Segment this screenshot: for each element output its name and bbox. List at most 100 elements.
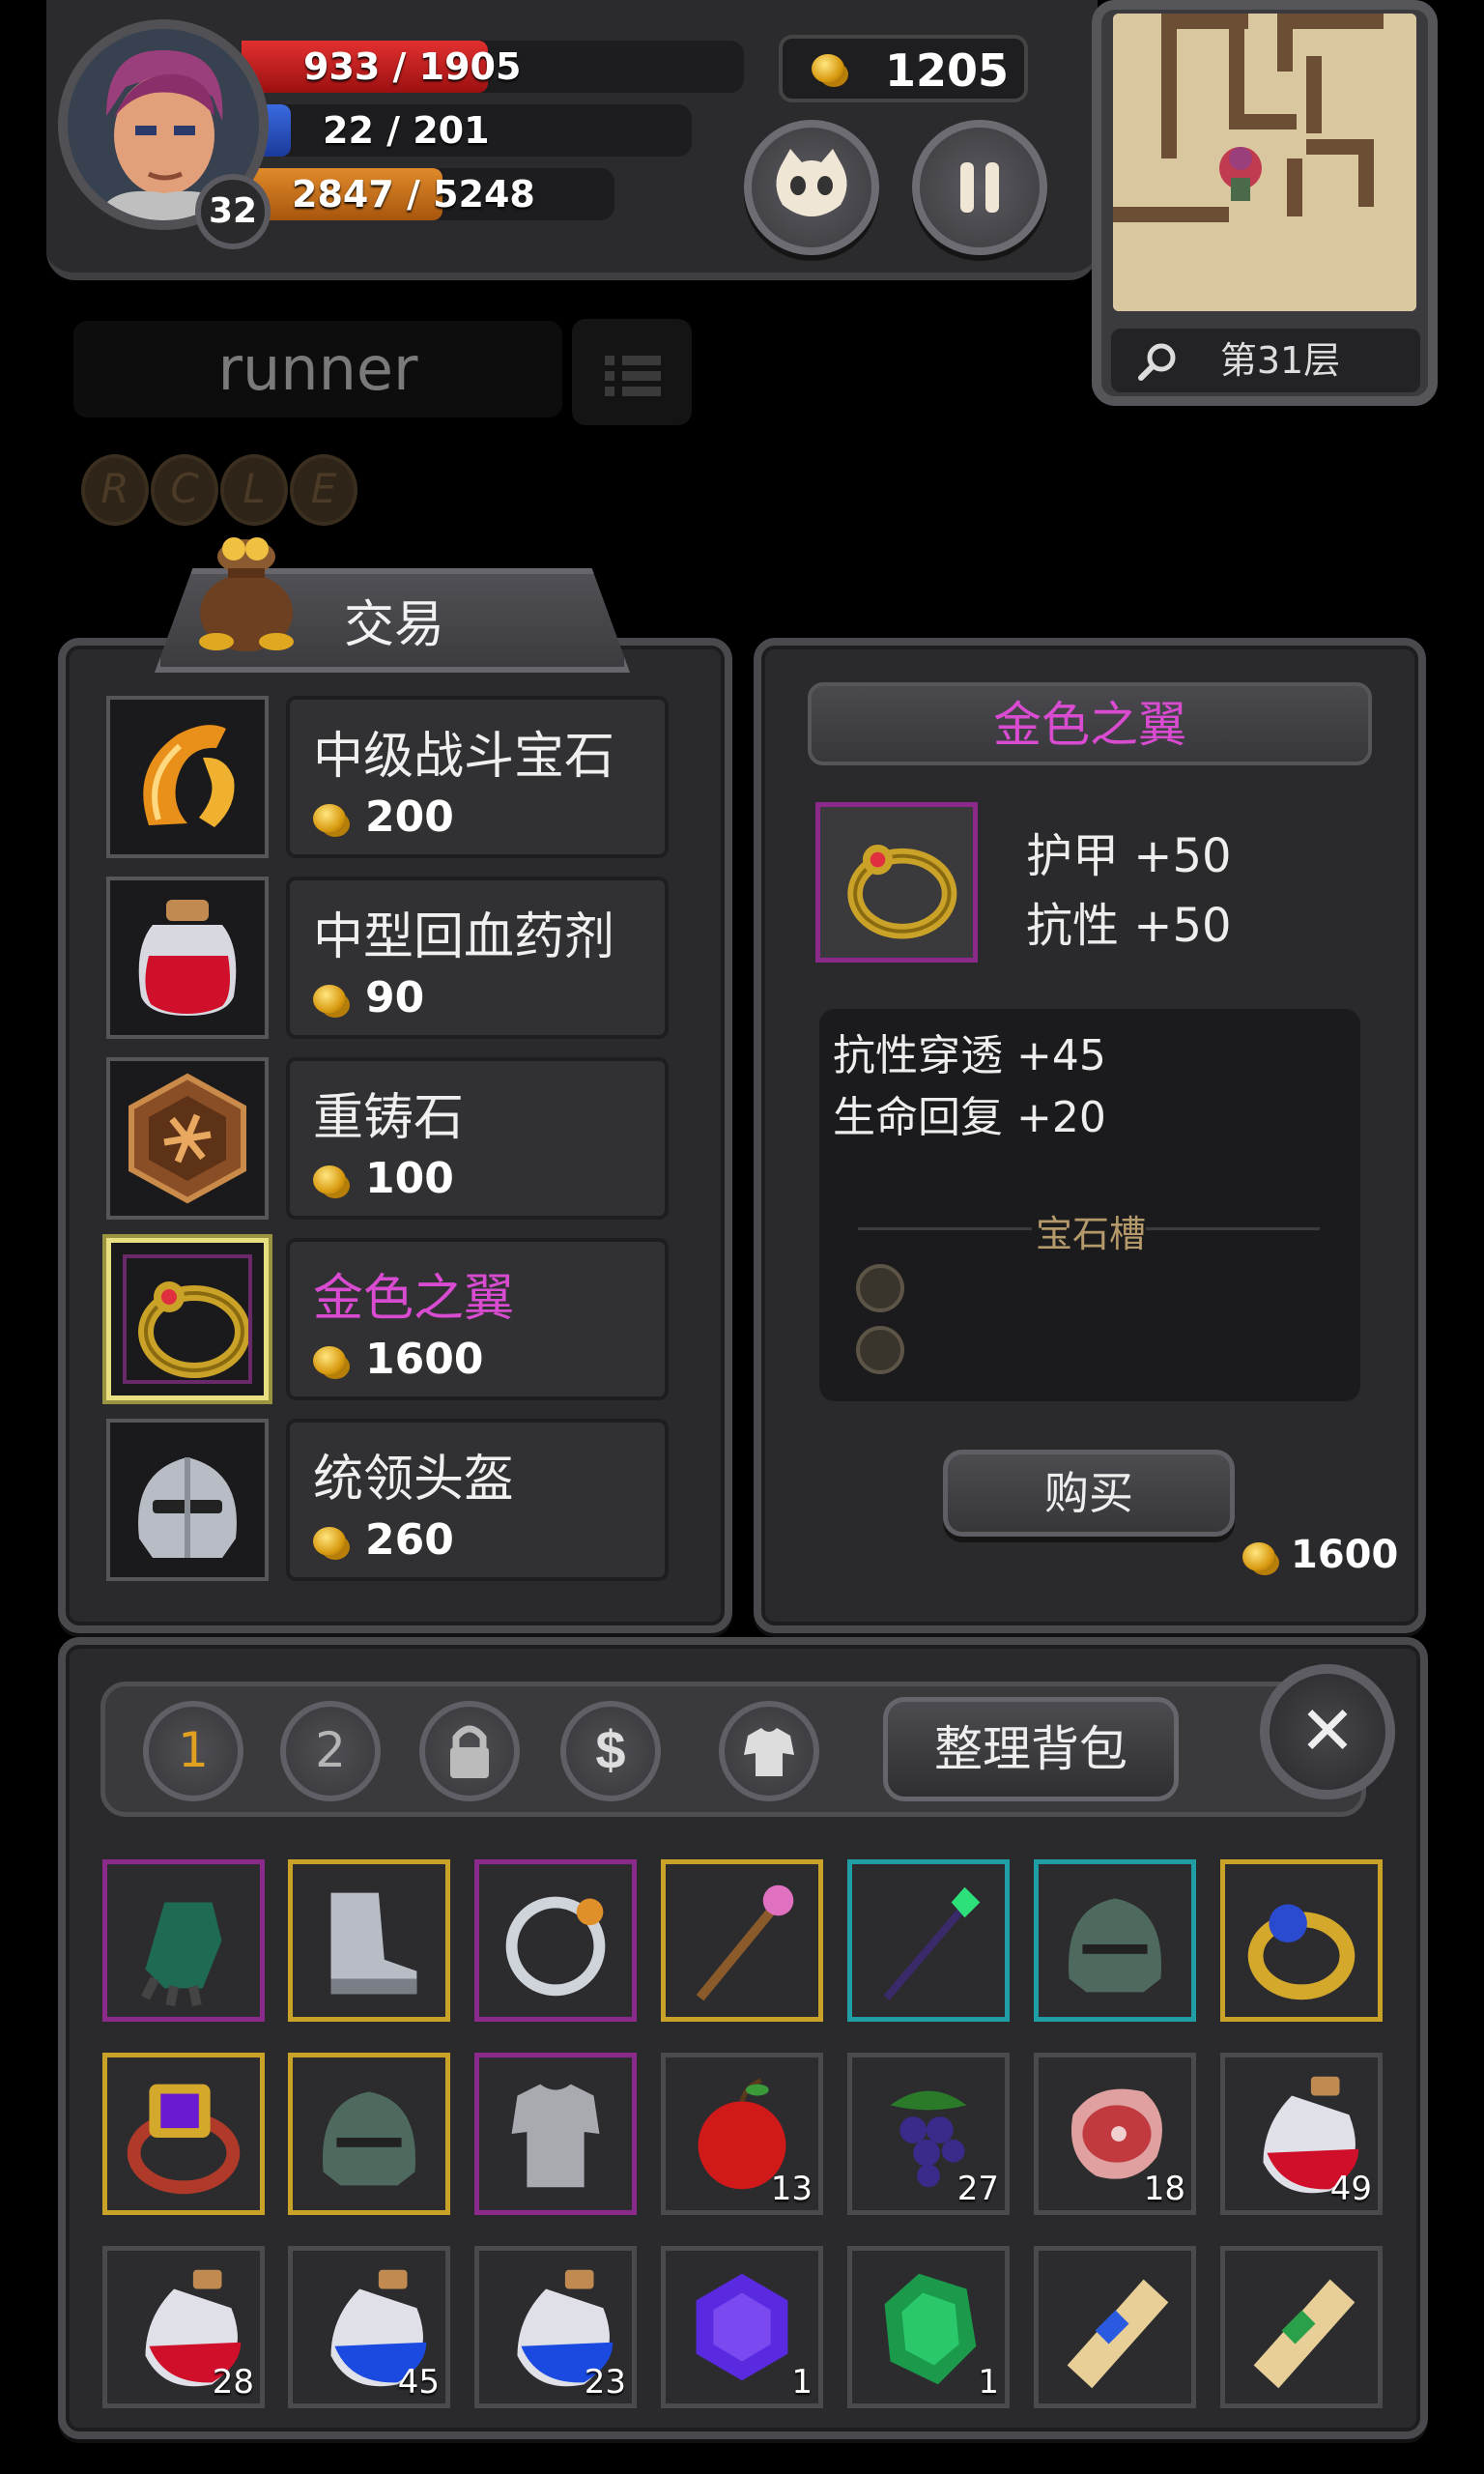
inventory-slot[interactable] — [102, 1859, 265, 2022]
silver-ring-icon — [505, 1896, 606, 1997]
inventory-slot[interactable] — [1034, 2246, 1196, 2408]
floor-label: 第31层 — [1219, 339, 1341, 382]
inventory-slot[interactable]: 23 — [474, 2246, 637, 2408]
coin-icon — [313, 985, 346, 1014]
search-input[interactable]: runner — [73, 321, 562, 417]
helmet-icon — [1069, 1898, 1161, 1993]
shop-item-slot[interactable] — [106, 877, 269, 1039]
list-icon — [605, 356, 661, 396]
pause-button[interactable] — [912, 120, 1047, 255]
shop-item-selected[interactable]: 金色之翼 1600 — [106, 1238, 725, 1400]
shop-item[interactable]: 中级战斗宝石 200 — [106, 696, 725, 858]
gold-counter: 1205 — [779, 35, 1028, 102]
lock-button[interactable] — [419, 1701, 520, 1801]
shop-item-slot[interactable] — [106, 1419, 269, 1581]
inventory-slot[interactable]: 49 — [1220, 2053, 1383, 2215]
main-stat-armor: 护甲 +50 — [1026, 829, 1232, 883]
bag-tab-1[interactable]: 1 — [143, 1701, 243, 1801]
inventory-slot[interactable] — [1220, 1859, 1383, 2022]
shop-item[interactable]: 重铸石 100 — [106, 1057, 725, 1220]
inventory-slot[interactable] — [661, 1859, 823, 2022]
inventory-slot[interactable] — [102, 2053, 265, 2215]
shop-item-price: 200 — [313, 792, 454, 842]
shop-item-info[interactable]: 统领头盔 260 — [286, 1419, 669, 1581]
shop-item-info[interactable]: 中型回血药剂 90 — [286, 877, 669, 1039]
reforge-stone-icon — [128, 1073, 246, 1204]
shop-item-slot[interactable] — [106, 696, 269, 858]
scroll-blue-icon — [1067, 2279, 1169, 2389]
amethyst-ring-icon — [127, 2084, 241, 2195]
shop-item-name: 中型回血药剂 — [313, 908, 615, 966]
item-quantity: 13 — [770, 2170, 813, 2208]
inventory-slot[interactable]: 1 — [661, 2246, 823, 2408]
divider — [858, 1227, 1032, 1230]
inventory-slot[interactable] — [288, 2053, 450, 2215]
trade-title: 交易 — [344, 596, 445, 654]
item-quantity: 1 — [978, 2363, 999, 2402]
buy-button[interactable]: 购买 — [943, 1450, 1235, 1537]
inventory-slot[interactable] — [1034, 1859, 1196, 2022]
boots-icon — [330, 1892, 417, 1995]
shop-item[interactable]: 中型回血药剂 90 — [106, 877, 725, 1039]
minimap-maze-icon — [1113, 14, 1416, 311]
inventory-slot[interactable]: 28 — [102, 2246, 265, 2408]
svg-text:$: $ — [595, 1719, 625, 1780]
inventory-slot[interactable]: 27 — [847, 2053, 1010, 2215]
shop-item[interactable]: 统领头盔 260 — [106, 1419, 725, 1581]
coin-icon — [812, 54, 844, 83]
close-icon: ✕ — [1298, 1691, 1356, 1770]
inventory-slot[interactable]: 13 — [661, 2053, 823, 2215]
gem-slot[interactable] — [856, 1326, 904, 1374]
gold-ring-icon — [847, 845, 957, 939]
item-quantity: 28 — [212, 2363, 254, 2402]
armor-icon — [744, 1728, 794, 1776]
inventory-slot[interactable]: 45 — [288, 2246, 450, 2408]
rune-row: RCLE — [81, 454, 359, 526]
shop-item-name: 金色之翼 — [313, 1270, 515, 1328]
shop-item-info[interactable]: 中级战斗宝石 200 — [286, 696, 669, 858]
inventory-slot[interactable] — [474, 1859, 637, 2022]
shop-item-name: 统领头盔 — [313, 1451, 515, 1509]
level-badge: 32 — [195, 174, 271, 249]
main-stat-resist: 抗性 +50 — [1026, 899, 1232, 953]
inventory-slot[interactable] — [1220, 2246, 1383, 2408]
item-quantity: 23 — [584, 2363, 626, 2402]
buy-price: 1600 — [1242, 1533, 1398, 1577]
bag-tab-2[interactable]: 2 — [280, 1701, 381, 1801]
inventory-slot[interactable] — [288, 1859, 450, 2022]
sort-bag-button[interactable]: 整理背包 — [883, 1697, 1179, 1801]
shop-item-info[interactable]: 重铸石 100 — [286, 1057, 669, 1220]
inventory-slot[interactable]: 18 — [1034, 2053, 1196, 2215]
coin-icon — [313, 1527, 346, 1556]
gem-slot[interactable] — [856, 1264, 904, 1312]
inventory-slot[interactable] — [474, 2053, 637, 2215]
chest-armor-icon — [511, 2084, 600, 2188]
mp-text: 22 / 201 — [323, 109, 490, 152]
coin-icon — [313, 804, 346, 833]
shop-item-info[interactable]: 金色之翼 1600 — [286, 1238, 669, 1400]
shop-item-slot[interactable] — [106, 1238, 269, 1400]
rune-l: L — [220, 454, 288, 526]
inventory-slot[interactable] — [847, 1859, 1010, 2022]
hp-text: 933 / 1905 — [303, 45, 522, 88]
staff-icon — [696, 1884, 794, 2001]
close-button[interactable]: ✕ — [1260, 1664, 1395, 1799]
divider — [1146, 1227, 1320, 1230]
item-quantity: 18 — [1143, 2170, 1185, 2208]
gold-amount: 1205 — [885, 44, 1010, 97]
item-detail-title: 金色之翼 — [808, 682, 1372, 765]
sell-button[interactable]: $ — [560, 1701, 661, 1801]
floor-indicator[interactable]: 第31层 — [1111, 329, 1420, 392]
equipment-button[interactable] — [719, 1701, 819, 1801]
menu-button[interactable] — [572, 319, 692, 425]
inventory-slot[interactable]: 1 — [847, 2246, 1010, 2408]
minimap[interactable] — [1113, 14, 1416, 311]
gauntlet-icon — [141, 1902, 222, 2007]
item-detail-slot — [815, 802, 978, 963]
shop-item-slot[interactable] — [106, 1057, 269, 1220]
shop-item-name: 重铸石 — [313, 1089, 465, 1147]
pet-button[interactable] — [744, 120, 879, 255]
helmet-icon — [323, 2091, 415, 2186]
shop-item-price: 1600 — [313, 1335, 483, 1384]
rune-r: R — [81, 454, 149, 526]
